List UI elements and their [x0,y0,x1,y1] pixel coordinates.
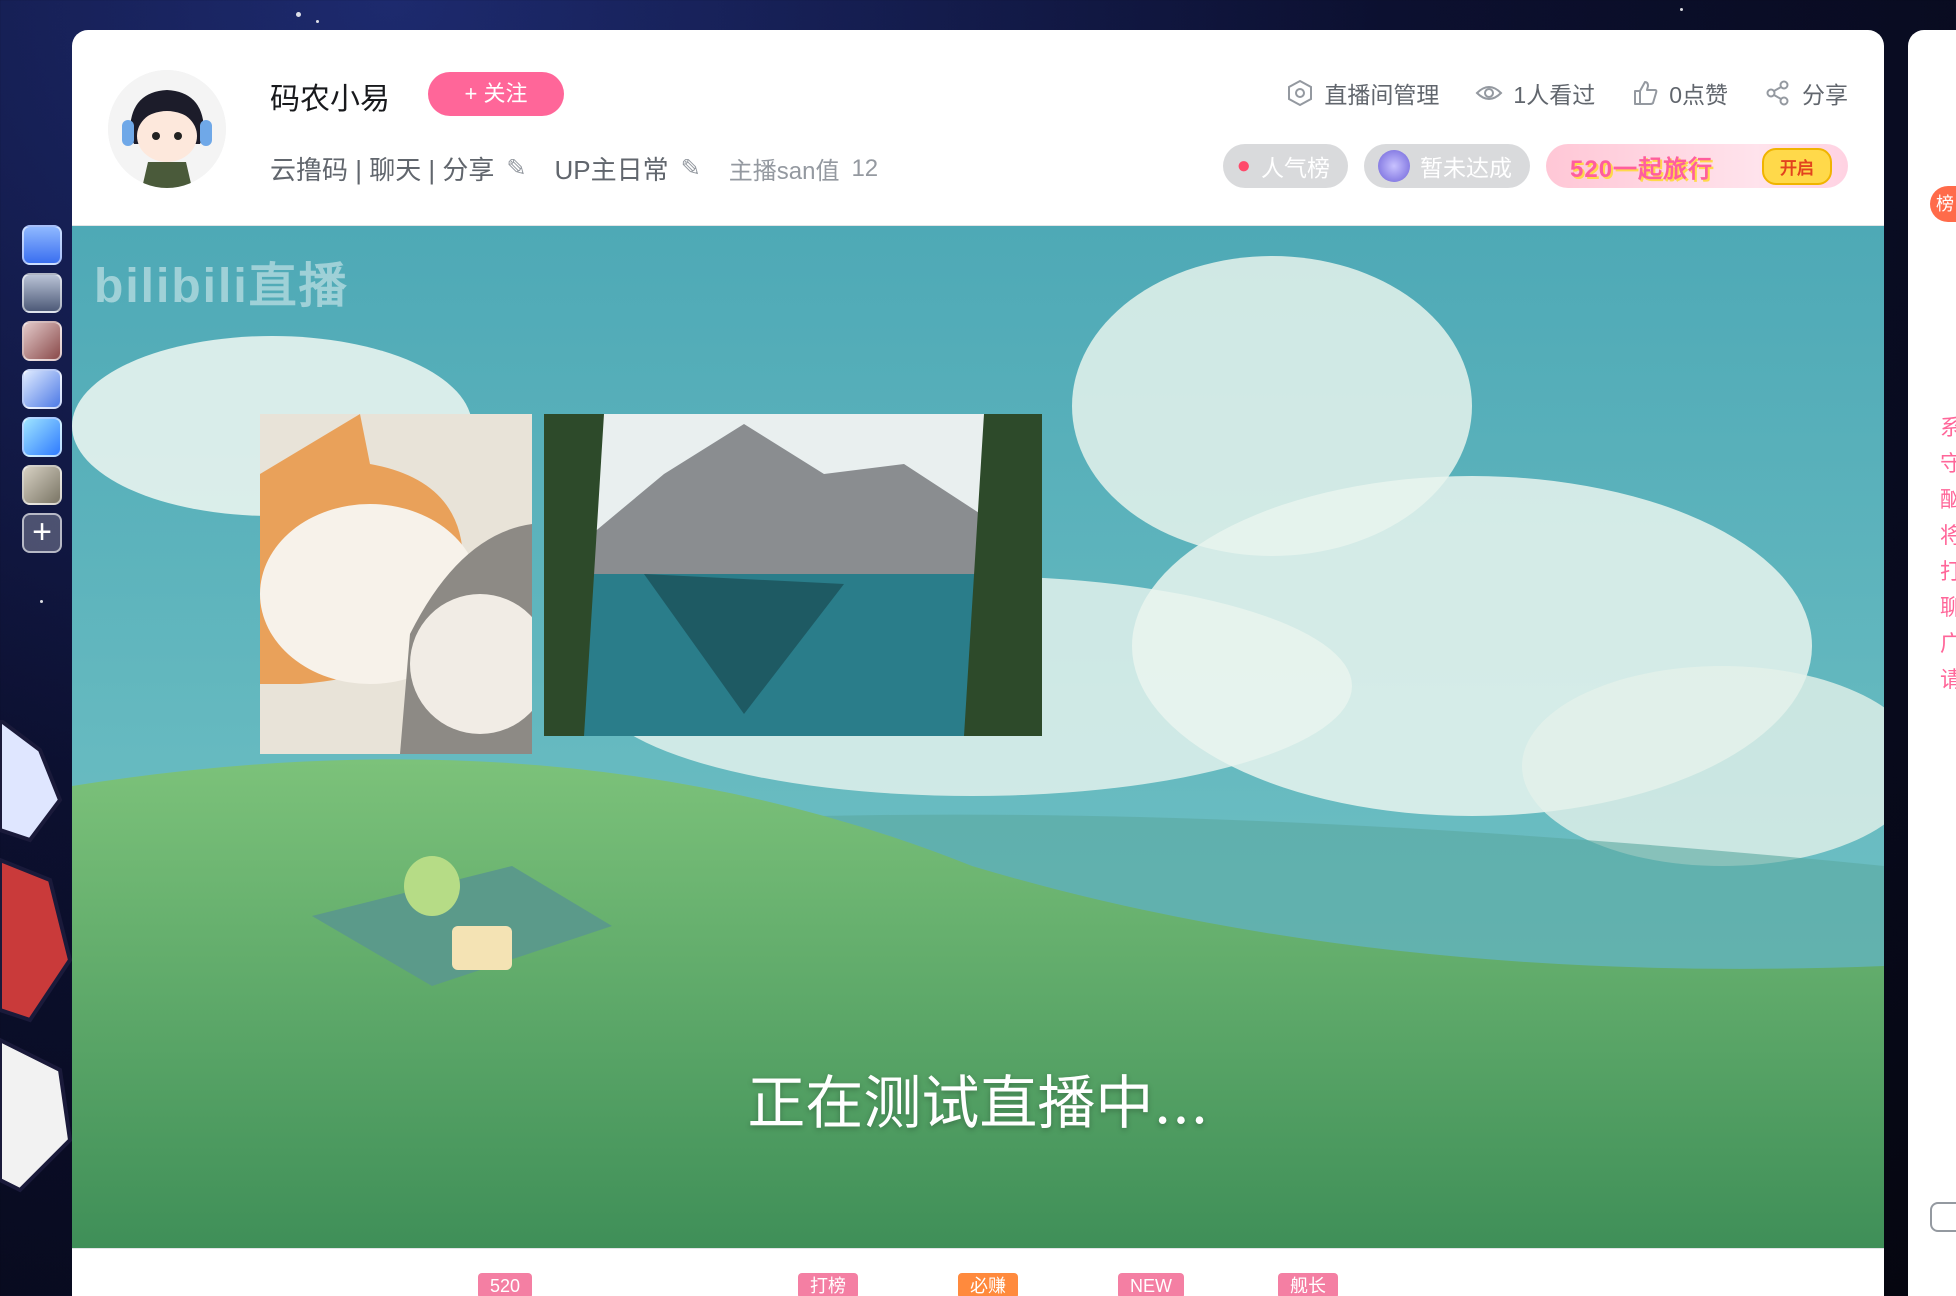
avatar-image [108,70,226,188]
popularity-rank-label: 人气榜 [1261,155,1330,181]
gift-bar: 520 打榜 必赚 NEW 舰长 [72,1248,1884,1296]
dock-room-thumbnail[interactable] [22,225,62,265]
dock-room-thumbnail[interactable] [22,417,62,457]
room-badges: ● 人气榜 暂未达成 520一起旅行 开启 [1222,144,1848,188]
mountain-lake-image [544,414,1042,736]
share-label: 分享 [1802,82,1848,108]
room-title-tag: 云撸码 | 聊天 | 分享 [270,155,495,185]
flame-icon: ● [1236,152,1252,179]
like-button[interactable]: 0点赞 [1631,76,1728,110]
edit-area-icon[interactable]: ✎ [681,154,701,183]
avatar[interactable] [108,70,226,188]
eye-icon [1475,86,1503,100]
thumbs-up-icon [1634,81,1658,105]
room-management-button[interactable]: 直播间管理 [1286,76,1439,110]
chat-input-icon[interactable] [1930,1202,1956,1232]
stream-status-text: 正在测试直播中... [747,1069,1209,1137]
event-title: 520一起旅行 [1570,155,1714,183]
share-icon [1766,80,1789,106]
viewers-count: 1人看过 [1475,76,1595,110]
notice-char: 守 [1940,451,1956,476]
rank-tab[interactable]: 榜 [1930,186,1956,222]
streamer-name: 码农小易 [270,83,390,116]
like-label: 0点赞 [1669,82,1728,108]
room-actions: 直播间管理 1人看过 0点赞 分享 [1286,76,1848,110]
gift-badge: 520 [478,1273,533,1296]
room-area-tag: UP主日常 [554,155,669,185]
room-management-label: 直播间管理 [1324,82,1440,108]
achievement-medal-icon [1378,150,1410,182]
video-player[interactable]: bilibili直播 正在测试直播中... [72,226,1884,1248]
share-button[interactable]: 分享 [1764,76,1848,110]
room-shortcut-dock: + [22,225,66,553]
chat-side-panel: 榜 系 守 酗 将 打 聊 广 请 [1908,30,1956,1296]
notice-char: 系 [1940,415,1956,440]
notice-char: 将 [1940,523,1956,548]
gift-badge: 打榜 [798,1273,858,1296]
viewers-label: 1人看过 [1513,82,1596,108]
dock-room-thumbnail[interactable] [22,273,62,313]
san-label: 主播san值 [728,158,840,185]
san-value: 12 [851,154,879,182]
live-room-card: 码农小易 + 关注 云撸码 | 聊天 | 分享 ✎ UP主日常 ✎ 主播san值… [72,30,1884,1296]
notice-char: 广 [1940,631,1956,656]
notice-char: 酗 [1940,487,1956,512]
achievement-pill[interactable]: 暂未达成 [1364,144,1530,188]
gift-badge: 必赚 [958,1273,1018,1296]
mascot-illustration [0,720,73,1193]
achievement-label: 暂未达成 [1420,155,1512,181]
add-shortcut-button[interactable]: + [22,513,62,553]
event-banner[interactable]: 520一起旅行 开启 [1546,144,1848,188]
gift-badge: NEW [1118,1273,1184,1296]
dock-room-thumbnail[interactable] [22,465,62,505]
room-tags: 云撸码 | 聊天 | 分享 ✎ UP主日常 ✎ 主播san值 12 [270,150,878,187]
edit-title-icon[interactable]: ✎ [506,154,526,183]
stream-watermark: bilibili直播 [94,260,349,313]
notice-char: 打 [1940,559,1956,584]
dock-room-thumbnail[interactable] [22,369,62,409]
dock-room-thumbnail[interactable] [22,321,62,361]
cats-image [260,414,532,754]
event-open-button[interactable]: 开启 [1762,147,1832,185]
room-header: 码农小易 + 关注 云撸码 | 聊天 | 分享 ✎ UP主日常 ✎ 主播san值… [72,30,1884,226]
popularity-rank-pill[interactable]: ● 人气榜 [1222,144,1348,188]
gift-badge: 舰长 [1278,1273,1338,1296]
system-notice: 系 守 酗 将 打 聊 广 请 [1940,410,1956,698]
settings-icon [1288,79,1313,107]
notice-char: 请 [1940,667,1956,692]
follow-button[interactable]: + 关注 [428,72,564,116]
notice-char: 聊 [1940,595,1956,620]
